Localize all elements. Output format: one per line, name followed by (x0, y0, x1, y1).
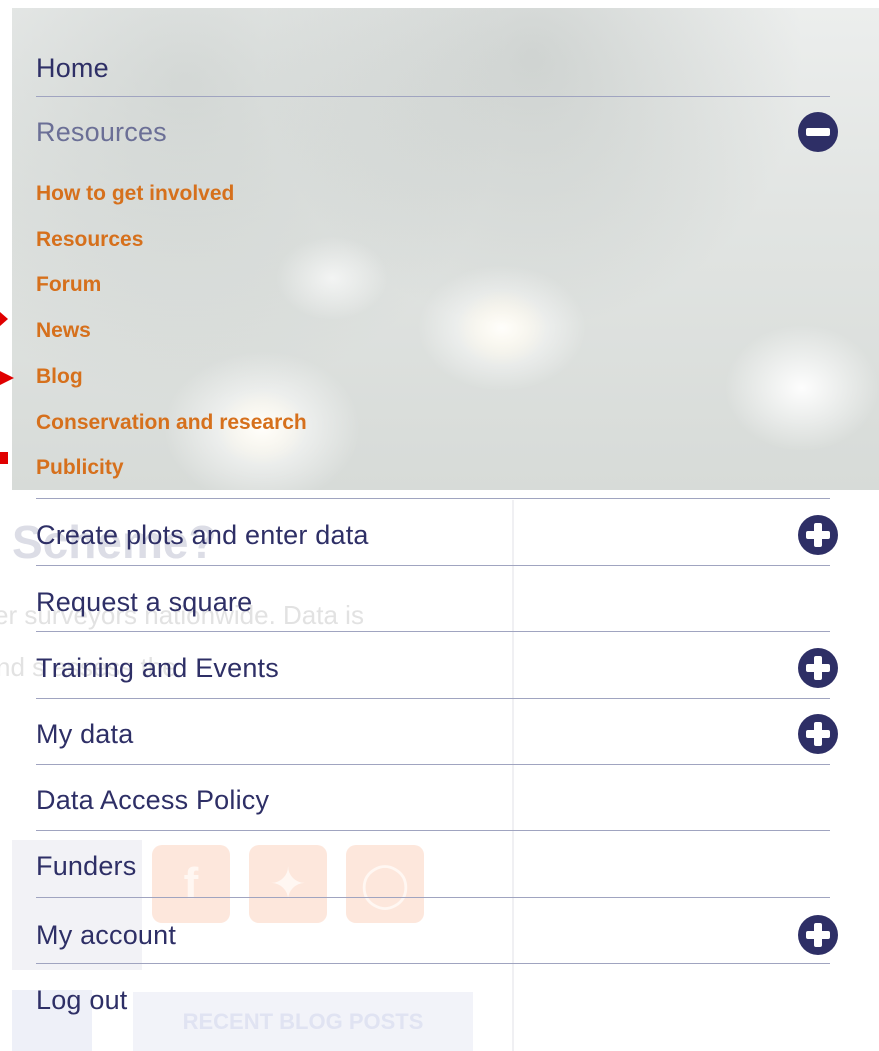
submenu-item-forum[interactable]: Forum (36, 273, 101, 297)
expand-plus-icon[interactable] (798, 915, 838, 955)
expand-plus-icon[interactable] (798, 648, 838, 688)
menu-item-label[interactable]: Resources (36, 117, 167, 148)
menu-item-label[interactable]: My data (36, 719, 133, 750)
menu-item-label[interactable]: Training and Events (36, 653, 279, 684)
submenu-item-publicity[interactable]: Publicity (36, 456, 124, 480)
menu-divider (36, 698, 830, 699)
menu-divider (36, 830, 830, 831)
menu-item-label[interactable]: Create plots and enter data (36, 520, 369, 551)
submenu-item-conservation-and-research[interactable]: Conservation and research (36, 411, 307, 435)
submenu-item-how-to-get-involved[interactable]: How to get involved (36, 182, 234, 206)
collapse-minus-icon[interactable] (798, 112, 838, 152)
menu-divider (36, 498, 830, 499)
submenu-item-news[interactable]: News (36, 319, 91, 343)
expand-plus-icon[interactable] (798, 714, 838, 754)
submenu-item-blog[interactable]: Blog (36, 365, 83, 389)
menu-item-label[interactable]: Log out (36, 985, 127, 1016)
menu-item-my-account[interactable]: My account (36, 912, 838, 958)
menu-item-label[interactable]: Data Access Policy (36, 785, 269, 816)
menu-item-label[interactable]: Funders (36, 851, 136, 882)
menu-item-data-access-policy[interactable]: Data Access Policy (36, 778, 830, 822)
menu-divider (36, 897, 830, 898)
menu-item-home[interactable]: Home (36, 48, 830, 88)
menu-divider (36, 963, 830, 964)
menu-item-create-plots[interactable]: Create plots and enter data (36, 512, 838, 558)
menu-item-training-and-events[interactable]: Training and Events (36, 645, 838, 691)
menu-item-label[interactable]: My account (36, 920, 176, 951)
menu-item-label[interactable]: Home (36, 53, 109, 84)
menu-divider (36, 631, 830, 632)
menu-item-funders[interactable]: Funders (36, 844, 830, 888)
menu-item-my-data[interactable]: My data (36, 711, 838, 757)
menu-item-log-out[interactable]: Log out (36, 978, 830, 1022)
menu-divider (36, 764, 830, 765)
submenu-item-resources[interactable]: Resources (36, 228, 143, 252)
menu-item-label[interactable]: Request a square (36, 587, 252, 618)
expand-plus-icon[interactable] (798, 515, 838, 555)
main-navigation-menu: Home Resources How to get involved Resou… (0, 0, 879, 1051)
menu-divider (36, 565, 830, 566)
menu-divider (36, 96, 830, 97)
menu-item-resources[interactable]: Resources (36, 110, 838, 154)
menu-item-request-a-square[interactable]: Request a square (36, 580, 830, 624)
